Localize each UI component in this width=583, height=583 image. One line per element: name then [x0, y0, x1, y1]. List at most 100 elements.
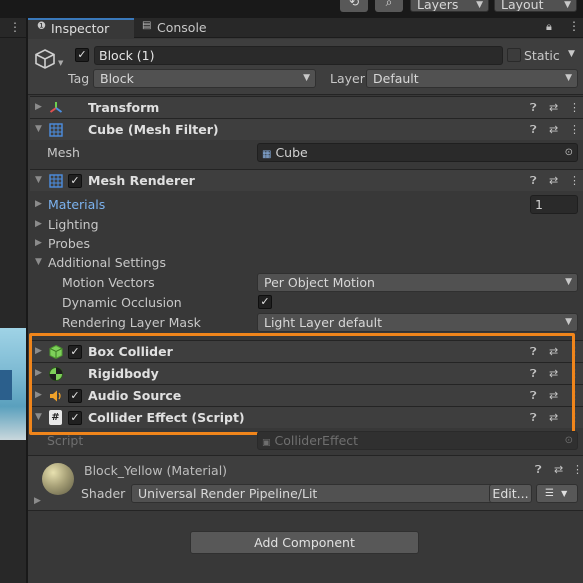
more-menu-icon[interactable]: ⋮	[572, 463, 583, 476]
left-panel-header: ⋮	[0, 18, 26, 38]
collapse-arrow-icon[interactable]: ▼	[35, 124, 42, 134]
probes-label[interactable]: Probes	[48, 236, 90, 252]
help-icon[interactable]: ❓︎	[530, 173, 537, 189]
layout-label: Layout	[501, 0, 544, 12]
search-button[interactable]: ⌕	[375, 0, 403, 12]
top-toolbar: ⟲ ⌕ Layers ▼ Layout ▼	[0, 0, 583, 14]
more-menu-icon[interactable]: ⋮	[569, 122, 580, 138]
dynamic-occlusion-checkbox[interactable]: ✓	[258, 295, 272, 309]
script-file-icon: ▣	[262, 438, 271, 448]
tag-label: Tag	[68, 71, 90, 86]
mesh-renderer-checkbox[interactable]: ✓	[68, 174, 82, 188]
expand-arrow-icon[interactable]: ▶	[35, 102, 42, 112]
chevron-down-icon: ▼	[565, 277, 572, 287]
presets-icon[interactable]: ⇄	[549, 122, 558, 138]
more-menu-icon[interactable]: ⋮	[9, 20, 21, 34]
rendering-layer-mask-dropdown[interactable]: Light Layer default ▼	[257, 313, 578, 332]
static-dropdown-arrow[interactable]: ▼	[568, 49, 575, 59]
component-icons: ❓︎ ⇄ ⋮	[530, 122, 580, 138]
motion-vectors-dropdown[interactable]: Per Object Motion ▼	[257, 273, 578, 292]
layer-dropdown[interactable]: Default ▼	[366, 69, 578, 88]
console-icon: ▤	[142, 20, 152, 31]
scene-view-thumbnail	[0, 328, 26, 440]
chevron-down-icon[interactable]: ▼	[58, 59, 63, 67]
collapse-arrow-icon[interactable]: ▼	[35, 175, 42, 185]
additional-settings-collapse-arrow[interactable]: ▼	[35, 257, 42, 267]
probes-expand-arrow[interactable]: ▶	[35, 238, 42, 248]
shader-dropdown[interactable]: Universal Render Pipeline/Lit ▼	[131, 484, 513, 503]
motion-vectors-label: Motion Vectors	[62, 275, 155, 290]
lighting-expand-arrow[interactable]: ▶	[35, 219, 42, 229]
help-icon[interactable]: ❓︎	[530, 100, 537, 116]
tab-bar: ❶ Inspector ▤ Console 🔒︎ ⋮	[28, 18, 583, 39]
layout-dropdown[interactable]: Layout ▼	[494, 0, 577, 12]
materials-label[interactable]: Materials	[48, 197, 105, 213]
expand-arrow-icon[interactable]: ▶	[34, 496, 41, 506]
edit-shader-button[interactable]: Edit...	[489, 484, 532, 503]
chevron-down-icon: ▼	[476, 0, 483, 10]
tab-inspector-label: Inspector	[51, 21, 110, 36]
chevron-down-icon: ▼	[561, 489, 568, 498]
tab-inspector[interactable]: ❶ Inspector	[28, 18, 134, 39]
history-button[interactable]: ⟲	[340, 0, 368, 12]
static-checkbox[interactable]	[507, 48, 521, 62]
active-checkbox[interactable]: ✓	[75, 48, 89, 62]
mesh-filter-header[interactable]: ▼ Cube (Mesh Filter) ❓︎ ⇄ ⋮	[30, 118, 583, 140]
component-icons: ❓︎ ⇄ ⋮	[530, 100, 580, 116]
help-icon[interactable]: ❓︎	[530, 122, 537, 138]
gameobject-cube-icon	[35, 49, 55, 69]
lock-icon[interactable]: 🔒︎	[546, 20, 552, 34]
material-section: ▶ Block_Yellow (Material) ❓︎ ⇄ ⋮ Shader …	[28, 455, 583, 511]
more-menu-icon[interactable]: ⋮	[568, 19, 580, 33]
presets-icon[interactable]: ⇄	[549, 100, 558, 116]
presets-icon[interactable]: ⇄	[554, 463, 563, 476]
add-component-button[interactable]: Add Component	[190, 531, 419, 554]
shader-value: Universal Render Pipeline/Lit	[138, 486, 318, 501]
transform-icon	[49, 102, 63, 113]
mesh-renderer-icon	[49, 174, 63, 188]
motion-vectors-value: Per Object Motion	[264, 275, 375, 290]
script-value: ColliderEffect	[274, 433, 359, 448]
object-picker-icon[interactable]: ⊙	[565, 144, 573, 161]
history-icon: ⟲	[348, 0, 360, 9]
mesh-filter-title: Cube (Mesh Filter)	[88, 122, 219, 137]
tab-console[interactable]: ▤ Console	[136, 18, 226, 38]
object-picker-icon: ⊙	[564, 435, 573, 446]
rendering-layer-mask-value: Light Layer default	[264, 315, 382, 330]
layer-label: Layer	[330, 71, 365, 86]
mesh-value: Cube	[275, 145, 308, 160]
more-menu-icon[interactable]: ⋮	[569, 100, 580, 116]
material-preview-sphere	[42, 463, 74, 495]
component-icons: ❓︎ ⇄ ⋮	[530, 173, 580, 189]
layer-value: Default	[373, 71, 419, 86]
chevron-down-icon: ▼	[565, 73, 572, 83]
gameobject-name-field[interactable]: Block (1)	[94, 46, 503, 65]
shader-options-dropdown[interactable]: ☰ ▼	[536, 484, 578, 503]
tag-value: Block	[100, 71, 134, 86]
mesh-renderer-title: Mesh Renderer	[88, 173, 195, 188]
materials-count-field[interactable]: 1	[530, 195, 578, 214]
static-label: Static	[524, 48, 560, 63]
material-name: Block_Yellow (Material)	[84, 463, 228, 478]
mesh-object-field[interactable]: ▦ Cube ⊙	[257, 143, 578, 162]
chevron-down-icon: ▼	[303, 73, 310, 83]
mesh-icon: ▦	[262, 149, 272, 160]
materials-expand-arrow[interactable]: ▶	[35, 199, 42, 209]
more-menu-icon[interactable]: ⋮	[569, 173, 580, 189]
layers-dropdown[interactable]: Layers ▼	[410, 0, 489, 12]
additional-settings-label[interactable]: Additional Settings	[48, 255, 166, 271]
shader-label: Shader	[81, 486, 126, 501]
list-icon: ☰	[545, 488, 554, 499]
lighting-label[interactable]: Lighting	[48, 217, 99, 233]
presets-icon[interactable]: ⇄	[549, 173, 558, 189]
left-panel: ⋮	[0, 18, 26, 583]
mesh-renderer-header[interactable]: ▼ ✓ Mesh Renderer ❓︎ ⇄ ⋮	[30, 169, 583, 191]
mesh-label: Mesh	[47, 145, 80, 160]
tag-dropdown[interactable]: Block ▼	[93, 69, 316, 88]
help-icon[interactable]: ❓︎	[535, 463, 542, 477]
transform-header[interactable]: ▶ Transform ❓︎ ⇄ ⋮	[30, 96, 583, 118]
layers-label: Layers	[417, 0, 459, 12]
transform-title: Transform	[88, 100, 160, 115]
chevron-down-icon: ▼	[564, 0, 571, 10]
mesh-filter-icon	[49, 123, 63, 137]
